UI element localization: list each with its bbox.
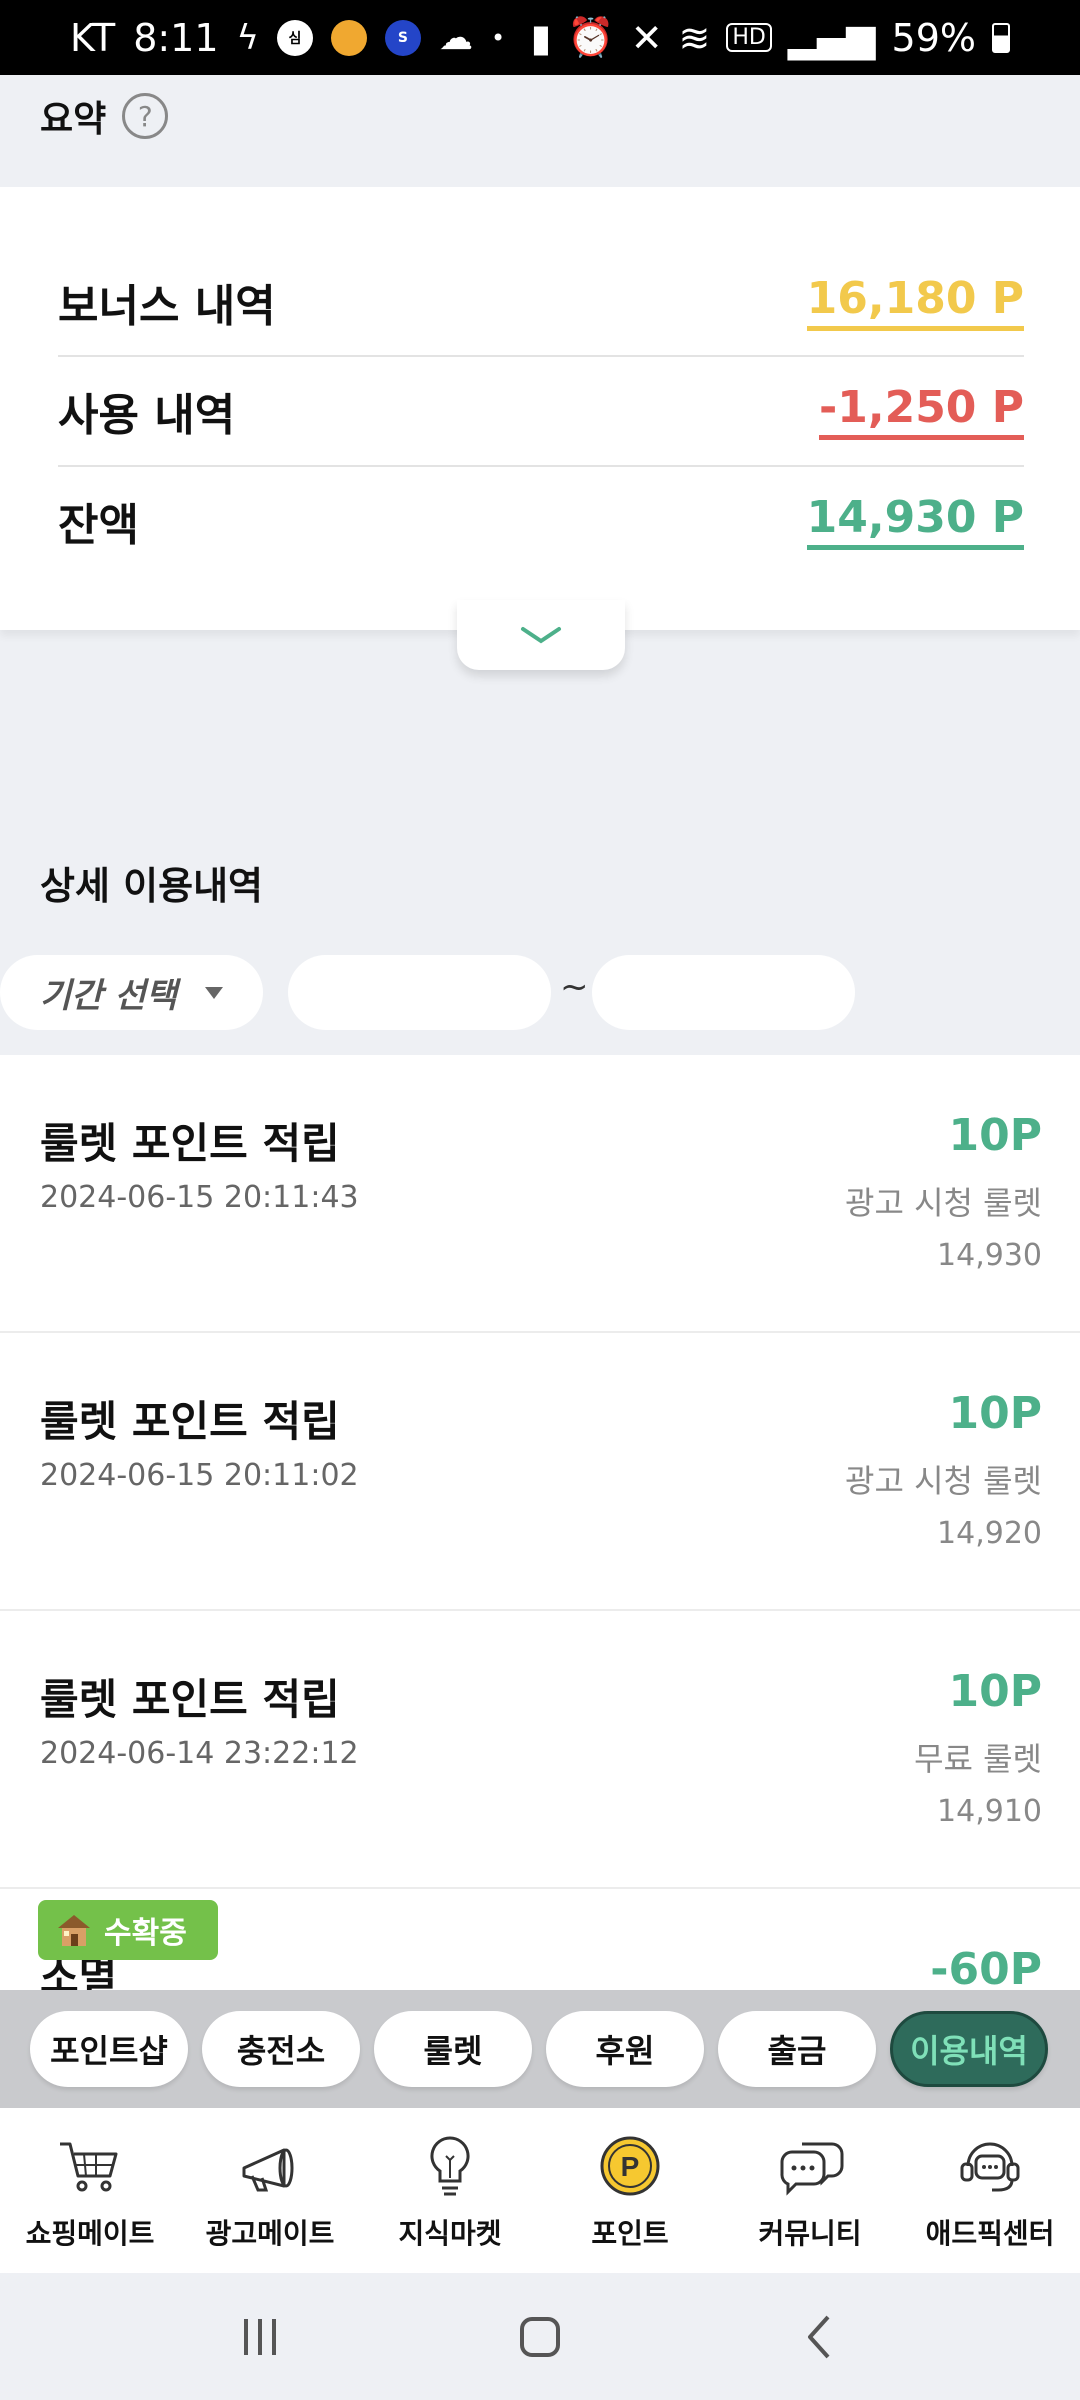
list-item[interactable]: 룰렛 포인트 적립 2024-06-15 20:11:43 10P 광고 시청 … (0, 1055, 1080, 1333)
chip-usage-history[interactable]: 이용내역 (890, 2011, 1048, 2087)
back-icon[interactable] (790, 2307, 850, 2367)
bonus-row: 보너스 내역 16,180 P (58, 247, 1024, 357)
battery-saver-icon: ▮ (530, 15, 552, 60)
nav-label: 애드픽센터 (925, 2216, 1055, 2250)
usage-value[interactable]: -1,250 P (818, 382, 1024, 440)
headset-icon (960, 2142, 1020, 2191)
recent-apps-icon[interactable] (230, 2307, 290, 2367)
home-icon[interactable] (510, 2307, 570, 2367)
balance-row: 잔액 14,930 P (58, 465, 1024, 575)
wifi-icon: ≋ (678, 15, 711, 60)
item-title: 룰렛 포인트 적립 (40, 1119, 340, 1168)
alarm-icon: ⏰ (567, 15, 615, 59)
period-select[interactable]: 기간 선택 (0, 955, 263, 1030)
nav-label: 지식마켓 (398, 2216, 502, 2250)
period-label: 기간 선택 (40, 976, 177, 1016)
nav-label: 쇼핑메이트 (25, 2216, 155, 2250)
item-balance: 14,910 (937, 1794, 1042, 1829)
history-list: 룰렛 포인트 적립 2024-06-15 20:11:43 10P 광고 시청 … (0, 1055, 1080, 1990)
item-amount: 10P (948, 1388, 1042, 1439)
dropdown-triangle-icon (204, 986, 223, 999)
item-amount: -60P (930, 1944, 1042, 1990)
super-sol-app-icon: S (384, 19, 421, 56)
chip-point-shop[interactable]: 포인트샵 (30, 2011, 188, 2087)
chip-charging-station[interactable]: 충전소 (202, 2011, 360, 2087)
balance-value[interactable]: 14,930 P (806, 492, 1024, 550)
item-datetime: 2024-06-14 23:22:12 (40, 1736, 359, 1771)
list-item[interactable]: 룰렛 포인트 적립 2024-06-15 20:11:02 10P 광고 시청 … (0, 1333, 1080, 1611)
nav-label: 커뮤니티 (758, 2216, 862, 2250)
bottom-nav: 쇼핑메이트 광고메이트 지식마켓 P 포인트 커뮤니티 애드픽센터 (0, 2108, 1080, 2273)
end-date-input[interactable] (592, 955, 855, 1030)
item-title: 룰렛 포인트 적립 (40, 1675, 340, 1724)
nav-label: 광고메이트 (205, 2216, 335, 2250)
nav-point[interactable]: P 포인트 (540, 2108, 720, 2273)
chevron-down-icon (521, 627, 561, 644)
bonus-label: 보너스 내역 (58, 281, 276, 332)
date-range-separator: ~ (560, 967, 589, 1007)
item-datetime: 2024-06-15 20:11:43 (40, 1180, 359, 1215)
summary-header: 요약 ? (40, 90, 169, 142)
item-source: 광고 시청 룰렛 (845, 1462, 1042, 1500)
detail-title: 상세 이용내역 (40, 864, 263, 908)
megaphone-icon (242, 2148, 294, 2191)
balance-label: 잔액 (58, 500, 139, 551)
battery-percent: 59% (891, 15, 976, 60)
summary-card: 보너스 내역 16,180 P 사용 내역 -1,250 P 잔액 14,930… (0, 187, 1080, 630)
dot-icon: • (490, 23, 506, 52)
nav-shopping-mate[interactable]: 쇼핑메이트 (0, 2108, 180, 2273)
harvest-badge-label: 수확중 (104, 1916, 187, 1951)
hd-icon: HD (726, 23, 772, 52)
mute-icon: ✕ (630, 15, 663, 60)
item-source: 무료 룰렛 (914, 1740, 1042, 1778)
clock: 8:11 (133, 15, 219, 60)
item-balance: 14,930 (937, 1238, 1042, 1273)
harvest-badge[interactable]: 수확중 (38, 1900, 218, 1960)
carrier-label: KT (70, 15, 116, 60)
svg-text:P: P (621, 2151, 640, 2182)
nav-ad-mate[interactable]: 광고메이트 (180, 2108, 360, 2273)
simcheong-app-icon: 심 (276, 19, 313, 56)
bonus-value[interactable]: 16,180 P (806, 273, 1024, 331)
category-chip-bar: 포인트샵 충전소 룰렛 후원 출금 이용내역 (0, 1990, 1080, 2108)
chip-roulette[interactable]: 룰렛 (374, 2011, 532, 2087)
shopping-cart-icon (60, 2142, 118, 2191)
item-amount: 10P (948, 1666, 1042, 1717)
date-filter: 기간 선택 ~ (0, 955, 1080, 1030)
lightbulb-icon (430, 2135, 470, 2195)
moneybag-app-icon (330, 19, 367, 56)
usage-label: 사용 내역 (58, 390, 236, 441)
chip-withdraw[interactable]: 출금 (718, 2011, 876, 2087)
item-amount: 10P (948, 1110, 1042, 1161)
point-coin-icon: P (600, 2136, 660, 2195)
usage-row: 사용 내역 -1,250 P (58, 355, 1024, 465)
chip-donation[interactable]: 후원 (546, 2011, 704, 2087)
nav-community[interactable]: 커뮤니티 (720, 2108, 900, 2273)
item-datetime: 2024-06-15 20:11:02 (40, 1458, 359, 1493)
battery-icon (992, 22, 1010, 53)
notification-icon: ϟ (236, 17, 259, 58)
item-title: 룰렛 포인트 적립 (40, 1397, 340, 1446)
chat-bubbles-icon (780, 2142, 844, 2196)
nav-knowledge-market[interactable]: 지식마켓 (360, 2108, 540, 2273)
help-icon[interactable]: ? (122, 93, 169, 139)
expand-summary-button[interactable] (457, 600, 625, 670)
signal-icon: ▂▄▆ (787, 15, 876, 60)
list-item[interactable]: 룰렛 포인트 적립 2024-06-14 23:22:12 10P 무료 룰렛 … (0, 1611, 1080, 1889)
summary-title: 요약 (40, 99, 107, 140)
house-icon (58, 1915, 90, 1946)
system-nav-bar (0, 2273, 1080, 2400)
item-balance: 14,920 (937, 1516, 1042, 1551)
cloud-icon: ☁ (438, 17, 473, 58)
nav-label: 포인트 (591, 2216, 669, 2250)
start-date-input[interactable] (288, 955, 551, 1030)
nav-adpick-center[interactable]: 애드픽센터 (900, 2108, 1080, 2273)
item-source: 광고 시청 룰렛 (845, 1184, 1042, 1222)
status-bar: KT 8:11 ϟ 심 S ☁ • ▮ ⏰ ✕ ≋ HD ▂▄▆ 59% (0, 0, 1080, 75)
